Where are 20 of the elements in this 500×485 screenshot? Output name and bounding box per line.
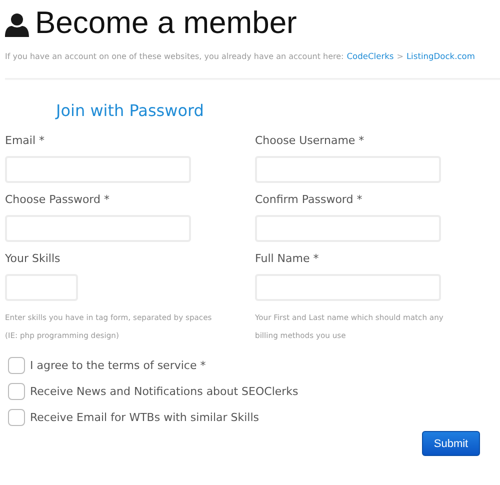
page-title: Become a member	[35, 4, 297, 42]
field-label: Confirm Password *	[255, 193, 362, 207]
checkbox[interactable]	[8, 409, 25, 426]
user-icon	[5, 12, 29, 38]
separator: >	[396, 52, 404, 61]
checkbox-label: I agree to the terms of service *	[30, 359, 206, 372]
field-label: Choose Password *	[5, 193, 110, 207]
field-label: Full Name *	[255, 252, 319, 266]
site-link[interactable]: CodeClerks	[346, 51, 394, 61]
field-label: Choose Username *	[255, 134, 364, 148]
checkbox[interactable]	[8, 383, 25, 400]
checkbox[interactable]	[8, 357, 25, 374]
form-heading: Join with Password	[56, 101, 204, 120]
checkbox-label: Receive Email for WTBs with similar Skills	[30, 411, 260, 424]
intro-text: If you have an account on one of these websites, you already have an account here:	[5, 52, 344, 61]
field-label: Email *	[5, 134, 45, 148]
checkbox-label: Receive News and Notifications about SEOClerks	[30, 385, 298, 398]
submit-button[interactable]: Submit	[422, 431, 480, 456]
site-link[interactable]: ListingDock.com	[406, 51, 475, 61]
field-label: Your Skills	[5, 252, 60, 266]
